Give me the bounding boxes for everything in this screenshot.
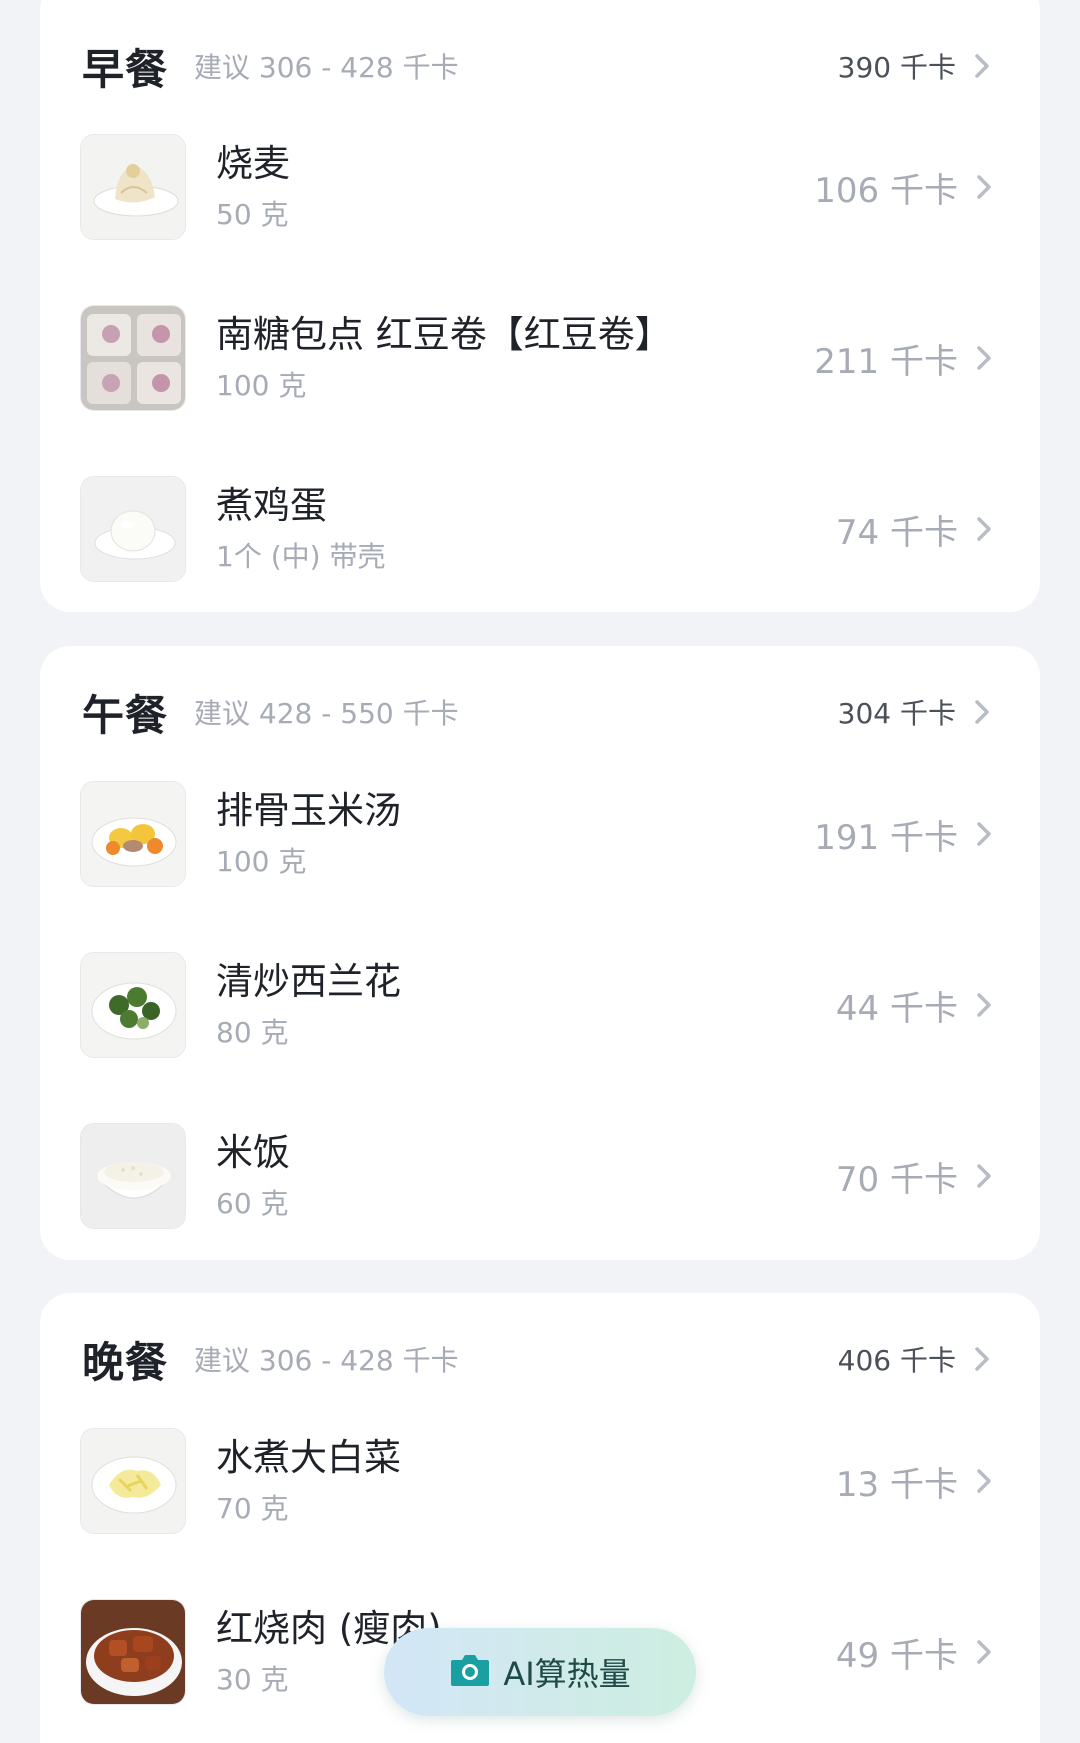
food-kcal-value: 106 千卡 (814, 170, 958, 211)
cabbage-photo (80, 1428, 186, 1534)
food-kcal-value: 211 千卡 (814, 341, 958, 382)
food-name: 米饭 (216, 1131, 290, 1174)
ai-calorie-label: AI算热量 (503, 1655, 631, 1693)
meal-suggestion: 建议 428 - 550 千卡 (194, 697, 459, 730)
meal-title: 晚餐 (82, 1337, 169, 1387)
food-amount: 50 克 (216, 198, 289, 231)
food-name: 排骨玉米汤 (216, 789, 401, 832)
food-kcal: 70 千卡 (836, 1152, 1004, 1201)
food-text: 烧麦 50 克 (216, 142, 290, 232)
meal-card-breakfast: 早餐 建议 306 - 428 千卡 390 千卡 烧麦 50 克 106 千卡 (40, 0, 1040, 612)
food-item-rice[interactable]: 米饭 60 克 70 千卡 (40, 1101, 1040, 1251)
broccoli-photo (80, 952, 186, 1058)
food-name: 南糖包点 红豆卷【红豆卷】 (216, 313, 672, 356)
chevron-right-icon (964, 509, 1004, 549)
red-bean-roll-photo (80, 305, 186, 411)
food-kcal-value: 70 千卡 (835, 1159, 958, 1200)
food-text: 清炒西兰花 80 克 (216, 960, 401, 1050)
food-item-rib-corn-soup[interactable]: 排骨玉米汤 100 克 191 千卡 (40, 759, 1040, 909)
braised-pork-photo (80, 1599, 186, 1705)
food-text: 煮鸡蛋 1个 (中) 带壳 (216, 484, 385, 574)
food-text: 南糖包点 红豆卷【红豆卷】 100 克 (216, 313, 672, 403)
chevron-right-icon (964, 985, 1004, 1025)
chevron-right-icon (964, 814, 1004, 854)
food-amount: 100 克 (216, 845, 307, 878)
food-kcal-value: 74 千卡 (835, 512, 958, 553)
food-text: 排骨玉米汤 100 克 (216, 789, 401, 879)
chevron-right-icon (964, 1461, 1004, 1501)
food-amount: 1个 (中) 带壳 (216, 540, 386, 573)
meal-total: 406 千卡 (838, 1339, 1002, 1379)
food-name: 清炒西兰花 (216, 960, 401, 1003)
diet-log-page: 早餐 建议 306 - 428 千卡 390 千卡 烧麦 50 克 106 千卡 (0, 0, 1080, 1743)
food-text: 米饭 60 克 (216, 1131, 290, 1221)
rib-corn-soup-photo (80, 781, 186, 887)
meal-card-lunch: 午餐 建议 428 - 550 千卡 304 千卡 排骨玉米汤 100 克 19… (40, 646, 1040, 1260)
meal-total: 304 千卡 (838, 692, 1002, 732)
camera-icon (449, 1652, 491, 1692)
food-kcal: 74 千卡 (836, 505, 1004, 554)
food-kcal-value: 44 千卡 (835, 988, 958, 1029)
food-kcal-value: 13 千卡 (835, 1464, 958, 1505)
meal-total-value: 304 千卡 (837, 697, 956, 730)
food-name: 煮鸡蛋 (216, 484, 327, 527)
chevron-right-icon (964, 1156, 1004, 1196)
meal-total: 390 千卡 (838, 46, 1002, 86)
food-kcal: 211 千卡 (814, 334, 1004, 383)
food-amount: 70 克 (216, 1492, 289, 1525)
meal-suggestion: 建议 306 - 428 千卡 (194, 51, 459, 84)
boiled-egg-photo (80, 476, 186, 582)
meal-title: 午餐 (82, 690, 169, 740)
chevron-right-icon (964, 167, 1004, 207)
food-item-red-bean-roll[interactable]: 南糖包点 红豆卷【红豆卷】 100 克 211 千卡 (40, 283, 1040, 433)
food-kcal: 13 千卡 (836, 1457, 1004, 1506)
meal-total-value: 390 千卡 (837, 51, 956, 84)
food-item-broccoli[interactable]: 清炒西兰花 80 克 44 千卡 (40, 930, 1040, 1080)
food-item-shaomai[interactable]: 烧麦 50 克 106 千卡 (40, 112, 1040, 262)
food-amount: 80 克 (216, 1016, 289, 1049)
food-item-cabbage[interactable]: 水煮大白菜 70 克 13 千卡 (40, 1406, 1040, 1556)
meal-total-value: 406 千卡 (837, 1344, 956, 1377)
food-amount: 100 克 (216, 369, 307, 402)
chevron-right-icon (964, 338, 1004, 378)
chevron-right-icon (964, 1632, 1004, 1672)
ai-calorie-button[interactable]: AI算热量 (384, 1628, 696, 1716)
food-kcal: 191 千卡 (814, 810, 1004, 859)
food-kcal-value: 49 千卡 (835, 1635, 958, 1676)
food-name: 烧麦 (216, 142, 290, 185)
food-item-boiled-egg[interactable]: 煮鸡蛋 1个 (中) 带壳 74 千卡 (40, 454, 1040, 604)
shaomai-photo (80, 134, 186, 240)
chevron-right-icon (962, 1339, 1002, 1379)
food-amount: 60 克 (216, 1187, 289, 1220)
meal-title: 早餐 (82, 44, 169, 94)
meal-suggestion: 建议 306 - 428 千卡 (194, 1344, 459, 1377)
food-name: 水煮大白菜 (216, 1436, 401, 1479)
food-kcal: 49 千卡 (836, 1628, 1004, 1677)
food-text: 水煮大白菜 70 克 (216, 1436, 401, 1526)
chevron-right-icon (962, 692, 1002, 732)
food-kcal: 44 千卡 (836, 981, 1004, 1030)
chevron-right-icon (962, 46, 1002, 86)
food-kcal: 106 千卡 (814, 163, 1004, 212)
rice-photo (80, 1123, 186, 1229)
food-kcal-value: 191 千卡 (814, 817, 958, 858)
